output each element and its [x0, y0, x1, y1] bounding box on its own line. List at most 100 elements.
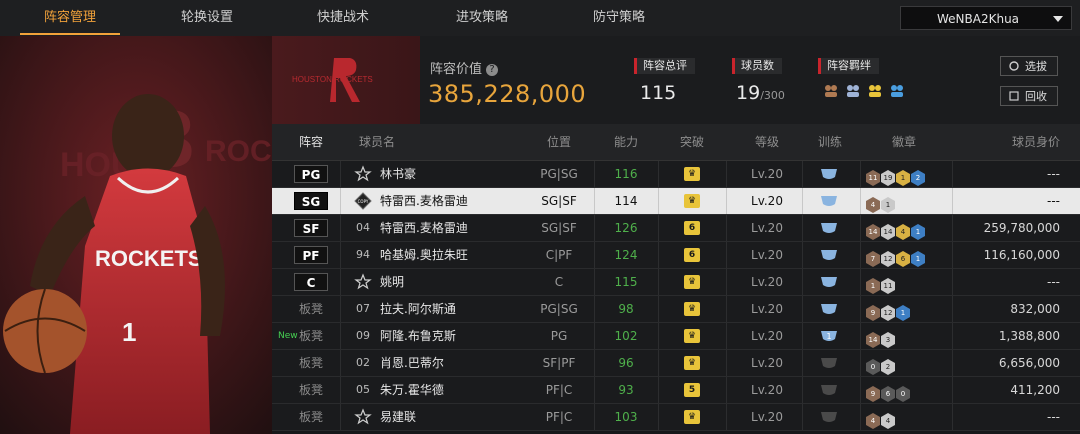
- training-icon[interactable]: [820, 302, 838, 316]
- player-position: SG|SF: [541, 194, 577, 208]
- table-row[interactable]: SF 04 特雷西.麦格雷迪 SG|SF 126 6 Lv.20 14 14 4 1 259,780,…: [272, 215, 1080, 242]
- player-salary: 116,160,000: [983, 248, 1060, 262]
- col-ability[interactable]: 能力: [594, 124, 658, 160]
- badge-group[interactable]: 1 11: [866, 273, 896, 294]
- lineup-slot-badge[interactable]: PG: [294, 165, 328, 183]
- player-name[interactable]: 林书豪: [380, 161, 416, 187]
- user-select[interactable]: WeNBA2Khua: [900, 6, 1072, 30]
- player-image: HOU 3 ROCK ROCKETS 1: [0, 36, 272, 434]
- breakthrough-icon[interactable]: ♛: [684, 356, 700, 370]
- recycle-button-label: 回收: [1025, 90, 1047, 103]
- help-icon[interactable]: ?: [486, 63, 499, 76]
- badge-group[interactable]: 44: [866, 408, 896, 429]
- col-name[interactable]: 球员名: [352, 124, 402, 160]
- training-icon[interactable]: [820, 221, 838, 235]
- breakthrough-icon[interactable]: 6: [684, 248, 700, 262]
- lineup-slot-badge[interactable]: SF: [294, 219, 328, 237]
- column-divider: [860, 215, 861, 241]
- table-row[interactable]: PF 94 哈基姆.奥拉朱旺 C|PF 124 6 Lv.20 7 12 6 1 116,160,00…: [272, 242, 1080, 269]
- column-divider: [860, 377, 861, 403]
- col-level[interactable]: 等级: [732, 124, 802, 160]
- table-row[interactable]: 板凳 易建联 PF|C 103 ♛ Lv.20 4 4 ---: [272, 404, 1080, 431]
- player-name[interactable]: 特雷西.麦格雷迪: [380, 215, 468, 241]
- tab-lineup[interactable]: 阵容管理: [20, 0, 120, 35]
- breakthrough-icon[interactable]: ♛: [684, 302, 700, 316]
- badge-group[interactable]: 9 12 1: [866, 300, 911, 321]
- tab-offense[interactable]: 进攻策略: [432, 0, 532, 35]
- table-row[interactable]: 板凳 05 朱万.霍华德 PF|C 93 5 Lv.20 9 6 0 411,200: [272, 377, 1080, 404]
- lineup-value: 385,228,000: [428, 80, 587, 108]
- col-position[interactable]: 位置: [524, 124, 594, 160]
- table-row[interactable]: New 板凳 09 阿隆.布鲁克斯 PG 102 ♛ Lv.20 1 14 3 1,388,800: [272, 323, 1080, 350]
- table-row[interactable]: 板凳 02 肖恩.巴蒂尔 SF|PF 96 ♛ Lv.20 0 2 6,656,000: [272, 350, 1080, 377]
- table-row[interactable]: SG COPY 特雷西.麦格雷迪 SG|SF 114 ♛ Lv.20 4 1 ---: [272, 188, 1080, 215]
- select-button[interactable]: 选拔: [1000, 56, 1058, 76]
- column-divider: [952, 377, 953, 403]
- col-lineup[interactable]: 阵容: [286, 124, 336, 160]
- badge-group[interactable]: 41: [866, 192, 896, 213]
- player-salary: 1,388,800: [998, 329, 1060, 343]
- training-icon[interactable]: [820, 410, 838, 424]
- tab-rotation[interactable]: 轮换设置: [157, 0, 257, 35]
- recycle-button[interactable]: 回收: [1000, 86, 1058, 106]
- combo-blue-icon[interactable]: [888, 81, 906, 99]
- training-icon[interactable]: [820, 275, 838, 289]
- lineup-summary: HOUSTON ROCKETS 阵容价值? 385,228,000 阵容总评 1…: [272, 36, 1080, 124]
- breakthrough-icon[interactable]: ♛: [684, 194, 700, 208]
- column-divider: [802, 215, 803, 241]
- player-ability: 124: [614, 248, 638, 262]
- combo-silver-icon[interactable]: [844, 81, 862, 99]
- training-icon[interactable]: [820, 194, 838, 208]
- player-name[interactable]: 姚明: [380, 269, 404, 295]
- breakthrough-icon[interactable]: ♛: [684, 410, 700, 424]
- column-divider: [952, 269, 953, 295]
- lineup-slot-badge[interactable]: SG: [294, 192, 328, 210]
- player-position: SG|SF: [541, 221, 577, 235]
- table-row[interactable]: PG 林书豪 PG|SG 116 ♛ Lv.20 11 19 1 2 ---: [272, 161, 1080, 188]
- training-icon[interactable]: [820, 167, 838, 181]
- training-icon[interactable]: [820, 383, 838, 397]
- table-row[interactable]: 板凳 07 拉夫.阿尔斯通 PG|SG 98 ♛ Lv.20 9 12 1 832,000: [272, 296, 1080, 323]
- badge-silver-icon: 11: [881, 278, 895, 294]
- col-breakthrough[interactable]: 突破: [660, 124, 724, 160]
- training-icon[interactable]: [820, 248, 838, 262]
- col-training[interactable]: 训练: [802, 124, 858, 160]
- tab-quick-tactics[interactable]: 快捷战术: [293, 0, 393, 35]
- breakthrough-icon[interactable]: 5: [684, 383, 700, 397]
- jersey-number: 04: [356, 221, 370, 234]
- player-salary: 411,200: [1010, 383, 1060, 397]
- breakthrough-icon[interactable]: ♛: [684, 275, 700, 289]
- badge-group[interactable]: 960: [866, 381, 911, 402]
- combo-gold-icon[interactable]: [866, 81, 884, 99]
- badge-group[interactable]: 14 3: [866, 327, 896, 348]
- table-row[interactable]: C 姚明 C 115 ♛ Lv.20 1 11 ---: [272, 269, 1080, 296]
- breakthrough-icon[interactable]: ♛: [684, 329, 700, 343]
- player-name[interactable]: 肖恩.巴蒂尔: [380, 350, 444, 376]
- badge-group[interactable]: 7 12 6 1: [866, 246, 926, 267]
- player-name[interactable]: 特雷西.麦格雷迪: [380, 188, 468, 214]
- jersey-number: 02: [356, 356, 370, 369]
- training-icon[interactable]: [820, 356, 838, 370]
- combo-brown-icon[interactable]: [822, 81, 840, 99]
- col-badges[interactable]: 徽章: [862, 124, 946, 160]
- col-salary[interactable]: 球员身价: [972, 124, 1060, 160]
- tab-defense[interactable]: 防守策略: [569, 0, 669, 35]
- breakthrough-icon[interactable]: 6: [684, 221, 700, 235]
- lineup-slot-badge[interactable]: C: [294, 273, 328, 291]
- badge-group[interactable]: 14 14 4 1: [866, 219, 926, 240]
- jersey-number: 07: [356, 302, 370, 315]
- training-icon[interactable]: 1: [820, 329, 838, 343]
- player-name[interactable]: 易建联: [380, 404, 416, 430]
- player-position: PG|SG: [540, 167, 578, 181]
- breakthrough-icon[interactable]: ♛: [684, 167, 700, 181]
- badge-group[interactable]: 11 19 1 2: [866, 165, 926, 186]
- column-divider: [658, 350, 659, 376]
- player-name[interactable]: 拉夫.阿尔斯通: [380, 296, 456, 322]
- badge-blue-icon: 2: [911, 170, 925, 186]
- player-name[interactable]: 阿隆.布鲁克斯: [380, 323, 456, 349]
- player-name[interactable]: 朱万.霍华德: [380, 377, 444, 403]
- bench-label: 板凳: [298, 356, 323, 370]
- lineup-slot-badge[interactable]: PF: [294, 246, 328, 264]
- player-name[interactable]: 哈基姆.奥拉朱旺: [380, 242, 468, 268]
- badge-group[interactable]: 02: [866, 354, 896, 375]
